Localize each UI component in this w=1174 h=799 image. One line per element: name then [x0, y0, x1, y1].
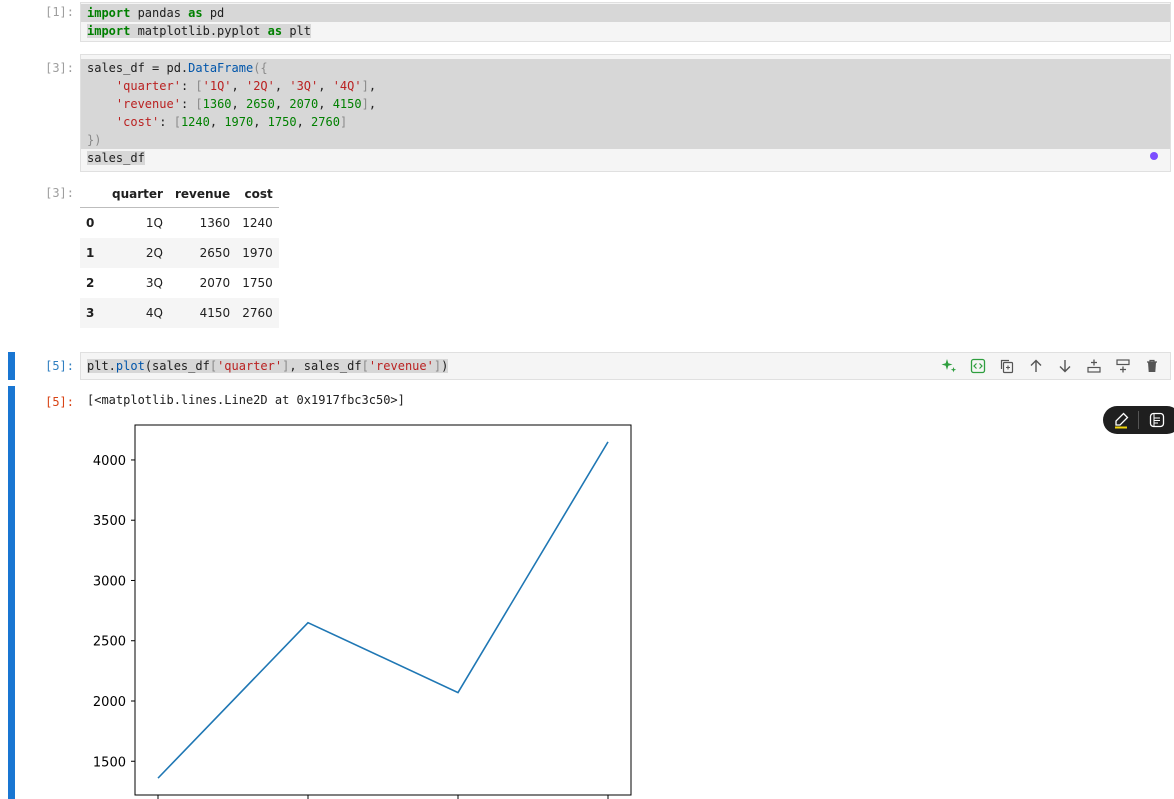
y-tick-label: 1500 [93, 755, 126, 770]
y-tick-label: 2500 [93, 635, 126, 650]
y-tick-label: 3000 [93, 574, 126, 589]
plot-axes-frame [134, 424, 632, 796]
y-tick-label: 4000 [93, 454, 126, 469]
y-tick-label: 2000 [93, 695, 126, 710]
y-tick-label: 3500 [93, 514, 126, 529]
line-plot: 1500 2000 2500 3000 3500 4000 [93, 424, 632, 799]
notebook: [1]: import pandas as pd import matplotl… [0, 0, 1174, 799]
